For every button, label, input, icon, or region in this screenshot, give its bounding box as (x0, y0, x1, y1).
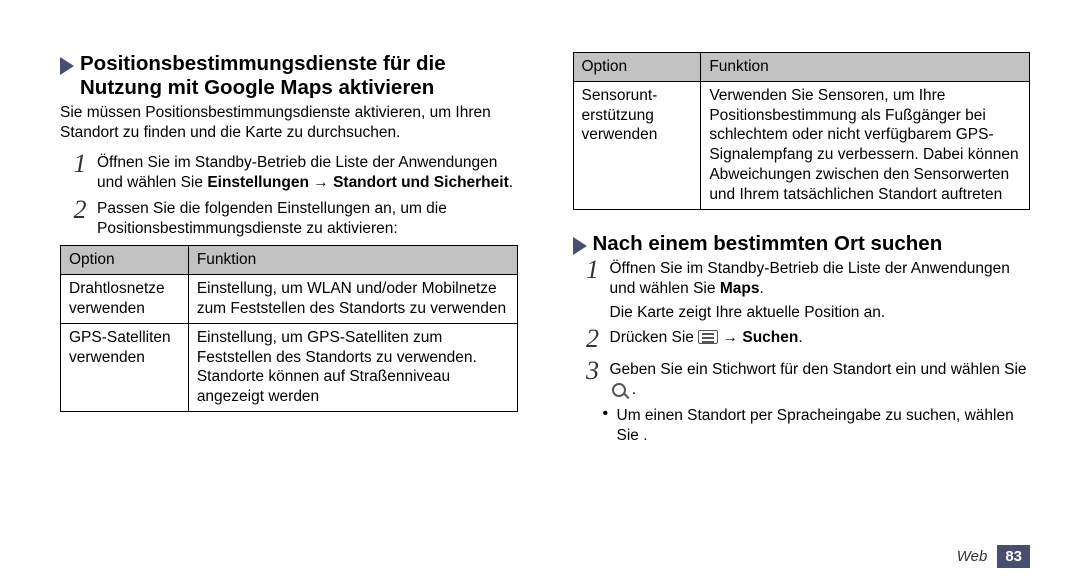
section-title: Nach einem bestimmten Ort suchen (593, 232, 943, 256)
chevron-right-icon (60, 57, 74, 75)
options-table-right: Option Funktion Sensorunt­erstützung ver… (573, 52, 1031, 210)
table-header: Option (573, 53, 701, 82)
section-heading: Positionsbestimmungsdienste für die Nutz… (60, 52, 518, 100)
footer-section-label: Web (957, 547, 988, 566)
step-2: 2 Drücken Sie → Suchen. (579, 328, 1031, 354)
step-body: Öffnen Sie im Standby-Betrieb die Liste … (610, 259, 1031, 322)
text: . (628, 381, 637, 398)
table-cell: GPS-Satelliten verwenden (61, 323, 189, 411)
table-header-row: Option Funktion (61, 246, 518, 275)
steps-list: 1 Öffnen Sie im Standby-Betrieb die List… (66, 153, 518, 238)
step-number: 1 (579, 257, 607, 283)
table-row: Drahtlosnetze verwenden Einstellung, um … (61, 275, 518, 324)
chevron-right-icon (573, 237, 587, 255)
bullet-dot: • (603, 406, 617, 446)
text: . (798, 329, 802, 346)
section-heading: Nach einem bestimmten Ort suchen (573, 232, 1031, 256)
page-footer: Web 83 (957, 545, 1030, 568)
intro-paragraph: Sie müssen Positionsbestimmungsdienste a… (60, 103, 518, 143)
text: . (509, 174, 513, 191)
step-body: Passen Sie die folgenden Einstellungen a… (97, 199, 518, 239)
table-header-row: Option Funktion (573, 53, 1030, 82)
step-number: 2 (579, 326, 607, 352)
step-body: Öffnen Sie im Standby-Betrieb die Liste … (97, 153, 518, 193)
table-cell: Einstellung, um WLAN und/oder Mobilnetze… (188, 275, 517, 324)
menu-icon (698, 330, 718, 344)
table-cell: Sensorunt­erstützung verwenden (573, 81, 701, 209)
table-row: GPS-Satelliten verwenden Einstellung, um… (61, 323, 518, 411)
step-1: 1 Öffnen Sie im Standby-Betrieb die List… (579, 259, 1031, 322)
sub-bullet-text: Um einen Standort per Spracheingabe zu s… (617, 406, 1031, 446)
table-header: Funktion (188, 246, 517, 275)
arrow-text: → (718, 329, 742, 346)
step-body: Geben Sie ein Stichwort für den Standort… (610, 360, 1031, 400)
table-row: Sensorunt­erstützung verwenden Verwenden… (573, 81, 1030, 209)
two-column-layout: Positionsbestimmungsdienste für die Nutz… (60, 52, 1030, 446)
table-cell: Einstellung, um GPS-Satelliten zum Fests… (188, 323, 517, 411)
page-number-badge: 83 (997, 545, 1030, 568)
arrow-text: → (309, 174, 333, 191)
options-table-left: Option Funktion Drahtlosnetze verwenden … (60, 245, 518, 412)
sub-bullet: • Um einen Standort per Spracheingabe zu… (603, 406, 1031, 446)
table-header: Funktion (701, 53, 1030, 82)
step-1: 1 Öffnen Sie im Standby-Betrieb die List… (66, 153, 518, 193)
bold-text: Maps (720, 280, 760, 297)
table-header: Option (61, 246, 189, 275)
left-column: Positionsbestimmungsdienste für die Nutz… (60, 52, 518, 446)
right-column: Option Funktion Sensorunt­erstützung ver… (573, 52, 1031, 446)
table-cell: Drahtlosnetze verwenden (61, 275, 189, 324)
step-body: Drücken Sie → Suchen. (610, 328, 1031, 348)
bold-text: Suchen (742, 329, 798, 346)
step-number: 3 (579, 358, 607, 384)
step-number: 1 (66, 151, 94, 177)
search-icon (612, 383, 626, 397)
bold-text: Einstellungen (207, 174, 309, 191)
step-3: 3 Geben Sie ein Stichwort für den Stando… (579, 360, 1031, 400)
section-title: Positionsbestimmungsdienste für die Nutz… (80, 52, 518, 100)
step-number: 2 (66, 197, 94, 223)
step-2: 2 Passen Sie die folgenden Einstellungen… (66, 199, 518, 239)
note-text: Die Karte zeigt Ihre aktuelle Position a… (610, 303, 1031, 323)
table-cell: Verwenden Sie Sensoren, um Ihre Position… (701, 81, 1030, 209)
bold-text: Standort und Sicherheit (333, 174, 509, 191)
text: Geben Sie ein Stichwort für den Standort… (610, 361, 1027, 378)
text: Drücken Sie (610, 329, 699, 346)
text: Öffnen Sie im Standby-Betrieb die Liste … (610, 260, 1010, 297)
text: . (759, 280, 763, 297)
steps-list: 1 Öffnen Sie im Standby-Betrieb die List… (579, 259, 1031, 400)
